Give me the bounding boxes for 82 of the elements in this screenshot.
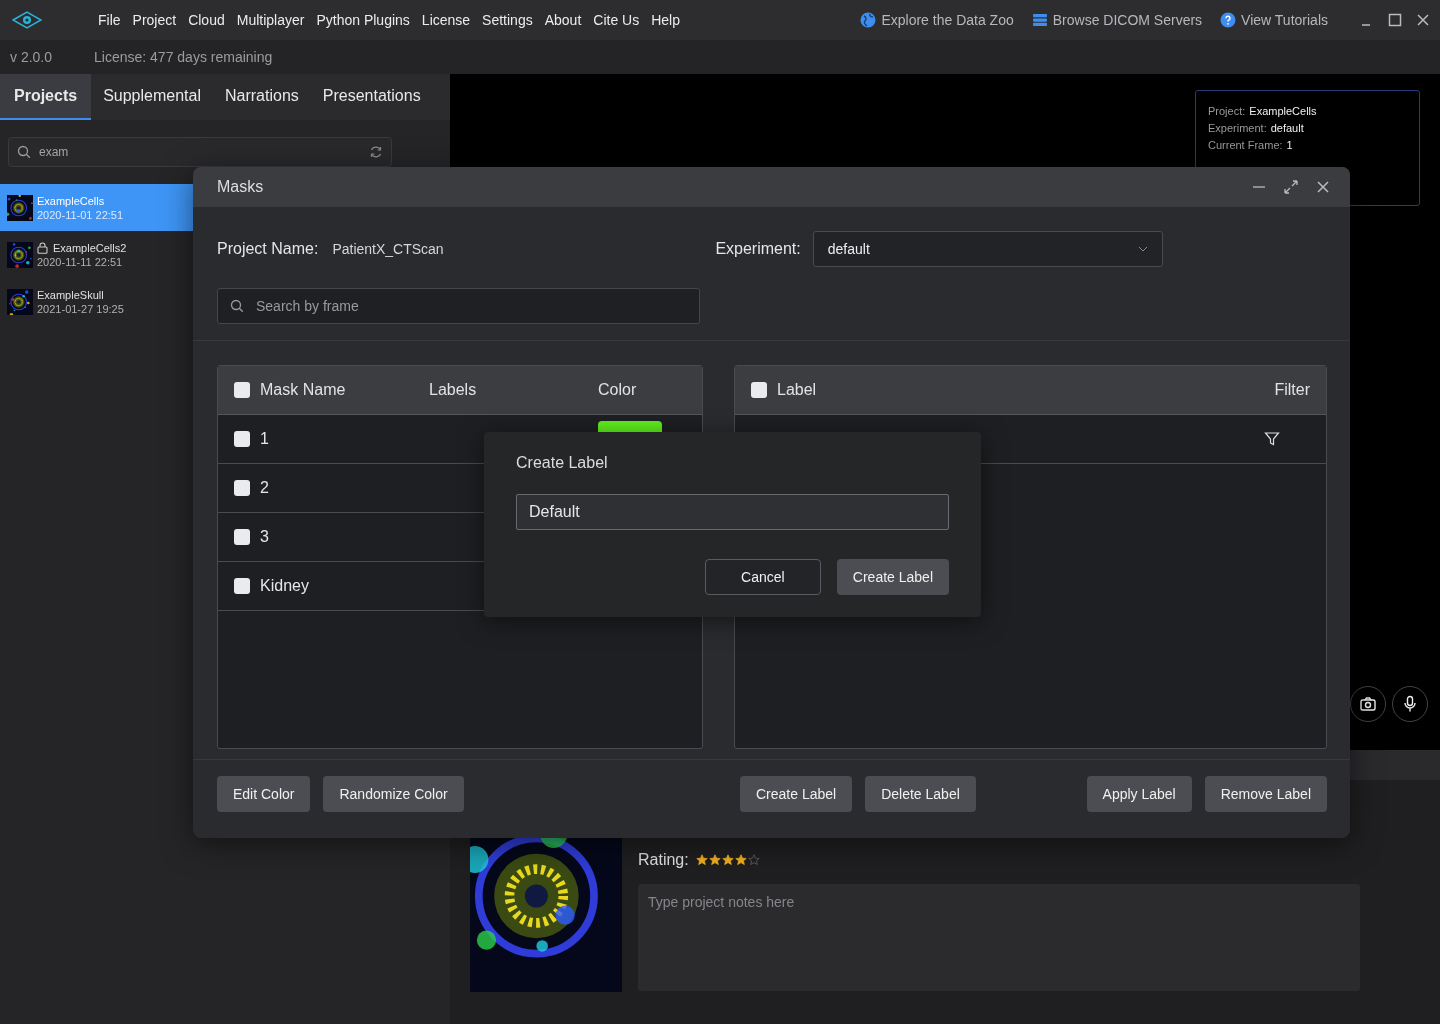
close-icon[interactable] [1316, 180, 1330, 194]
info-value: 1 [1286, 139, 1293, 151]
column-header: Filter [1274, 381, 1310, 399]
mask-name: 2 [260, 479, 270, 497]
popup-title: Create Label [516, 454, 609, 472]
mask-name: 3 [260, 528, 270, 546]
maximize-icon[interactable] [1388, 13, 1402, 27]
project-name: ExampleSkull [37, 288, 104, 301]
menu-item[interactable]: Project [132, 12, 177, 28]
checkbox[interactable] [234, 578, 250, 594]
search-field[interactable]: exam [8, 137, 392, 167]
dialog-button[interactable]: Edit Color [217, 776, 311, 812]
checkbox[interactable] [234, 382, 250, 398]
column-header: Labels [429, 381, 478, 399]
field-label: Experiment: [715, 240, 801, 258]
info-label: Project: [1208, 105, 1246, 117]
info-label: Experiment: [1208, 122, 1267, 134]
toolbar-link[interactable]: Browse DICOM Servers [1052, 12, 1203, 28]
mask-name: 1 [260, 430, 270, 448]
dialog-button[interactable]: Apply Label [1086, 776, 1192, 812]
search-icon [230, 299, 244, 313]
dialog-button[interactable]: Randomize Color [323, 776, 464, 812]
project-date: 2020-11-01 22:51 [37, 208, 124, 221]
search-icon [17, 145, 31, 159]
menu-item[interactable]: Help [651, 12, 680, 28]
menu-item[interactable]: License [421, 12, 471, 28]
list-entry[interactable]: ExampleCells2 2020-11-11 22:51 [0, 231, 193, 278]
menu-item[interactable]: Python Plugins [316, 12, 410, 28]
label-name-field[interactable]: Default [516, 494, 949, 530]
menu-item[interactable]: Cloud [188, 12, 225, 28]
dialog-button[interactable]: Delete Label [865, 776, 976, 812]
checkbox[interactable] [751, 382, 767, 398]
tab[interactable]: Projects [0, 74, 92, 120]
menu-item[interactable]: About [544, 12, 582, 28]
version-text: v 2.0.0 [10, 49, 53, 65]
cancel-button[interactable]: Cancel [704, 559, 821, 595]
filter-icon[interactable] [1264, 431, 1280, 447]
star-rating[interactable] [695, 854, 760, 866]
dialog-title: Masks [217, 178, 265, 196]
help-icon [1220, 12, 1237, 28]
field-label: Project Name: [217, 240, 319, 258]
chevron-down-icon [1137, 244, 1148, 254]
checkbox[interactable] [234, 529, 250, 545]
server-icon [1031, 12, 1048, 28]
tab[interactable]: Supplemental [91, 74, 213, 120]
globe-icon [860, 12, 877, 28]
notes-field[interactable]: Type project notes here [638, 884, 1360, 991]
refresh-icon[interactable] [369, 145, 383, 159]
column-header: Color [598, 381, 637, 399]
eye-logo-icon [12, 10, 42, 30]
license-text: License: 477 days remaining [94, 49, 273, 65]
checkbox[interactable] [234, 480, 250, 496]
tab[interactable]: Narrations [213, 74, 311, 120]
expand-icon[interactable] [1284, 180, 1298, 194]
camera-icon [1359, 695, 1377, 713]
menu-item[interactable]: Cite Us [593, 12, 640, 28]
menu-item[interactable]: File [98, 12, 121, 28]
toolbar-link[interactable]: Explore the Data Zoo [881, 12, 1014, 28]
column-header: Label [777, 381, 818, 399]
tab[interactable]: Presentations [310, 74, 433, 120]
mask-name: Kidney [260, 577, 310, 595]
microphone-icon [1401, 695, 1419, 713]
project-date: 2021-01-27 19:25 [37, 302, 124, 315]
dialog-button[interactable]: Create Label [740, 776, 853, 812]
list-entry[interactable]: ExampleSkull 2021-01-27 19:25 [0, 278, 193, 325]
dialog-button[interactable]: Remove Label [1204, 776, 1327, 812]
project-date: 2020-11-11 22:51 [37, 255, 124, 268]
project-name: ExampleCells [37, 194, 105, 207]
column-header: Mask Name [260, 381, 347, 399]
experiment-dropdown[interactable]: default [812, 231, 1163, 267]
menu-item[interactable]: Multiplayer [236, 12, 305, 28]
project-name: ExampleCells2 [53, 241, 127, 254]
toolbar-link[interactable]: View Tutorials [1241, 12, 1328, 28]
checkbox[interactable] [234, 431, 250, 447]
close-icon[interactable] [1416, 13, 1430, 27]
menu-item[interactable]: Settings [482, 12, 533, 28]
create-label-button[interactable]: Create Label [836, 559, 949, 595]
info-value: ExampleCells [1249, 105, 1317, 117]
info-label: Current Frame: [1208, 139, 1283, 151]
info-value: default [1270, 122, 1304, 134]
search-field[interactable]: Search by frame [217, 288, 700, 324]
rating-label: Rating: [638, 851, 689, 869]
